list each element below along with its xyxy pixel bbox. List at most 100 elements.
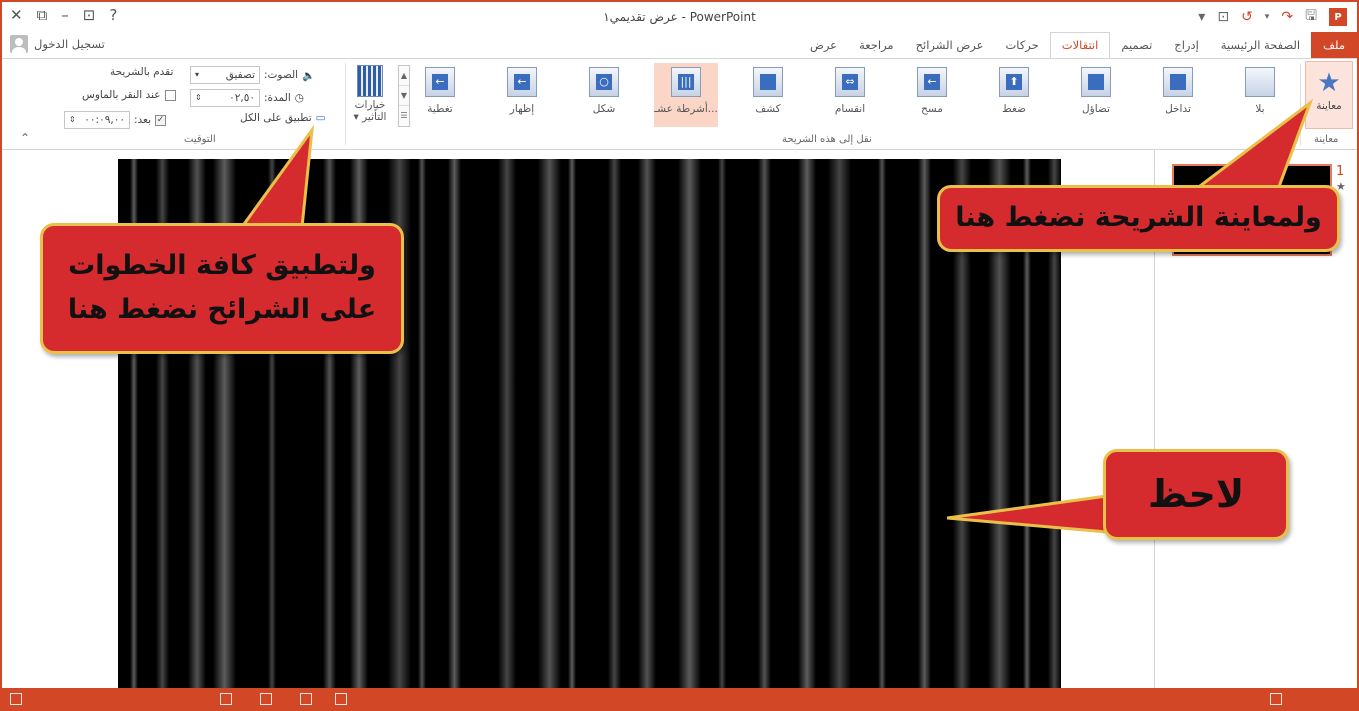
tab-3[interactable]: تصميم	[1110, 32, 1163, 58]
transition-icon: ⬆	[999, 67, 1029, 97]
transition-item-3[interactable]: ⬆ ضغط	[982, 67, 1046, 123]
clock-icon: ◷	[294, 92, 304, 104]
after-value: ٠٠:٠٩,٠٠	[84, 114, 125, 126]
tab-7[interactable]: مراجعة	[848, 32, 905, 58]
sound-dropdown[interactable]: تصفيق ▾	[190, 66, 260, 84]
tab-8[interactable]: عرض	[799, 32, 848, 58]
transition-icon: ○	[589, 67, 619, 97]
chevron-down-icon: ▾	[195, 70, 200, 79]
advance-label: تقدم بالشريحة	[110, 66, 174, 78]
transition-item-8[interactable]: ○ شكل	[572, 67, 636, 123]
transition-glyph: ←	[924, 74, 940, 90]
timing-group-label: التوقيت	[184, 134, 216, 145]
sign-in[interactable]: تسجيل الدخول	[10, 35, 105, 53]
transition-label: شكل	[592, 103, 616, 115]
spin-icon: ⇕	[69, 115, 76, 124]
blind-stripe	[638, 159, 656, 690]
blind-stripe	[608, 159, 621, 690]
spin-icon: ⇕	[195, 93, 202, 102]
scroll-up-icon[interactable]: ▲	[399, 66, 409, 86]
transition-item-7[interactable]: ||| أشرطة عشـ...	[654, 63, 718, 127]
blind-stripe	[568, 159, 576, 690]
ribbon: ★ معاينة معاينة بلا تداخل تضاؤل ⬆ ضغط ← مسح ⇔ ان…	[2, 58, 1357, 150]
collapse-ribbon-icon[interactable]: ⌃	[20, 131, 30, 145]
callout-tail-apply	[242, 124, 315, 229]
transitions-group-label: نقل إلى هذه الشريحة	[782, 134, 872, 145]
slide-sorter-icon[interactable]	[260, 693, 272, 705]
callout-apply-line-1: ولتطبيق كافة الخطوات	[68, 250, 376, 281]
effect-options-label: خيارات التأثير ▾	[353, 99, 387, 123]
powerpoint-logo-icon: P	[1329, 8, 1347, 26]
blind-stripe	[718, 159, 726, 690]
scroll-down-icon[interactable]: ▼	[399, 86, 409, 106]
after-checkbox[interactable]: ✓	[155, 114, 167, 126]
duration-value: ٠٢,٥٠	[229, 92, 255, 104]
callout-preview: ولمعاينة الشريحة نضغط هنا	[937, 185, 1340, 252]
blind-stripe	[498, 159, 516, 690]
transition-item-4[interactable]: ← مسح	[900, 67, 964, 123]
transition-glyph: ←	[514, 74, 530, 90]
duration-stepper[interactable]: ٠٢,٥٠ ⇕	[190, 89, 260, 107]
redo-icon[interactable]: ↷	[1281, 9, 1293, 25]
callout-apply-line-2: على الشرائح نضغط هنا	[67, 294, 377, 325]
transition-label: أشرطة عشـ...	[654, 103, 718, 115]
avatar	[10, 35, 28, 53]
transition-label: تضاؤل	[1082, 103, 1110, 115]
undo-dropdown-icon[interactable]: ▾	[1265, 12, 1270, 22]
transition-icon: ←	[425, 67, 455, 97]
callout-tail-preview	[1192, 98, 1314, 194]
tab-6[interactable]: عرض الشرائح	[905, 32, 995, 58]
tab-2[interactable]: إدراج	[1163, 32, 1210, 58]
slide-number: 1	[1336, 164, 1345, 179]
transition-glyph: ←	[432, 74, 448, 90]
notes-icon[interactable]	[10, 693, 22, 705]
transition-icon: |||	[671, 67, 701, 97]
sound-row: 🔈 الصوت: تصفيق ▾	[190, 66, 315, 84]
tab-4[interactable]: انتقالات	[1049, 32, 1111, 59]
after-row: ✓ بعد: ٠٠:٠٩,٠٠ ⇕	[64, 111, 167, 129]
status-bar	[0, 688, 1359, 711]
transition-icon: ⇔	[835, 67, 865, 97]
transition-glyph	[1088, 74, 1104, 90]
transition-item-10[interactable]: ← تغطية	[408, 67, 472, 123]
gallery-more-icon[interactable]: ☰	[399, 106, 409, 126]
effect-options-button[interactable]: خيارات التأثير ▾	[350, 65, 390, 123]
transition-item-9[interactable]: ← إظهار	[490, 67, 554, 123]
reading-view-icon[interactable]	[300, 693, 312, 705]
on-click-checkbox[interactable]	[164, 89, 176, 101]
transition-item-2[interactable]: تضاؤل	[1064, 67, 1128, 123]
blind-stripe	[798, 159, 816, 690]
transition-label: إظهار	[509, 103, 535, 115]
blind-stripe	[828, 159, 851, 690]
fit-slide-icon[interactable]	[1270, 693, 1282, 705]
on-mouse-click-row[interactable]: عند النقر بالماوس	[82, 89, 176, 101]
save-icon[interactable]: 🖫	[1305, 5, 1317, 29]
transition-icon	[1245, 67, 1275, 97]
transition-glyph: ⬆	[1006, 74, 1022, 90]
blind-stripe	[678, 159, 701, 690]
blind-stripe	[878, 159, 886, 690]
sound-label: الصوت:	[264, 69, 299, 81]
start-from-beginning-icon[interactable]: ⊡	[1217, 9, 1229, 25]
tab-0[interactable]: ملف	[1311, 32, 1357, 58]
advance-slide-label: تقدم بالشريحة	[110, 66, 173, 78]
after-label: بعد:	[134, 114, 152, 126]
tab-5[interactable]: حركات	[994, 32, 1049, 58]
customize-qat-icon[interactable]: ▾	[1198, 9, 1205, 25]
transition-label: انقسام	[834, 103, 866, 115]
transition-item-6[interactable]: كشف	[736, 67, 800, 123]
undo-icon[interactable]: ↺	[1241, 9, 1253, 25]
effect-options-icon	[357, 65, 383, 97]
slideshow-icon[interactable]	[335, 693, 347, 705]
transition-item-5[interactable]: ⇔ انقسام	[818, 67, 882, 123]
gallery-scrollbar[interactable]: ▲ ▼ ☰	[398, 65, 410, 127]
transition-icon: ←	[917, 67, 947, 97]
after-stepper[interactable]: ٠٠:٠٩,٠٠ ⇕	[64, 111, 130, 129]
tab-1[interactable]: الصفحة الرئيسية	[1210, 32, 1311, 58]
transition-label: مسح	[921, 103, 943, 115]
on-click-label: عند النقر بالماوس	[82, 89, 161, 101]
transition-glyph: ⇔	[842, 74, 858, 90]
normal-view-icon[interactable]	[220, 693, 232, 705]
duration-label: المدة:	[264, 92, 291, 104]
sign-in-label: تسجيل الدخول	[34, 37, 105, 51]
